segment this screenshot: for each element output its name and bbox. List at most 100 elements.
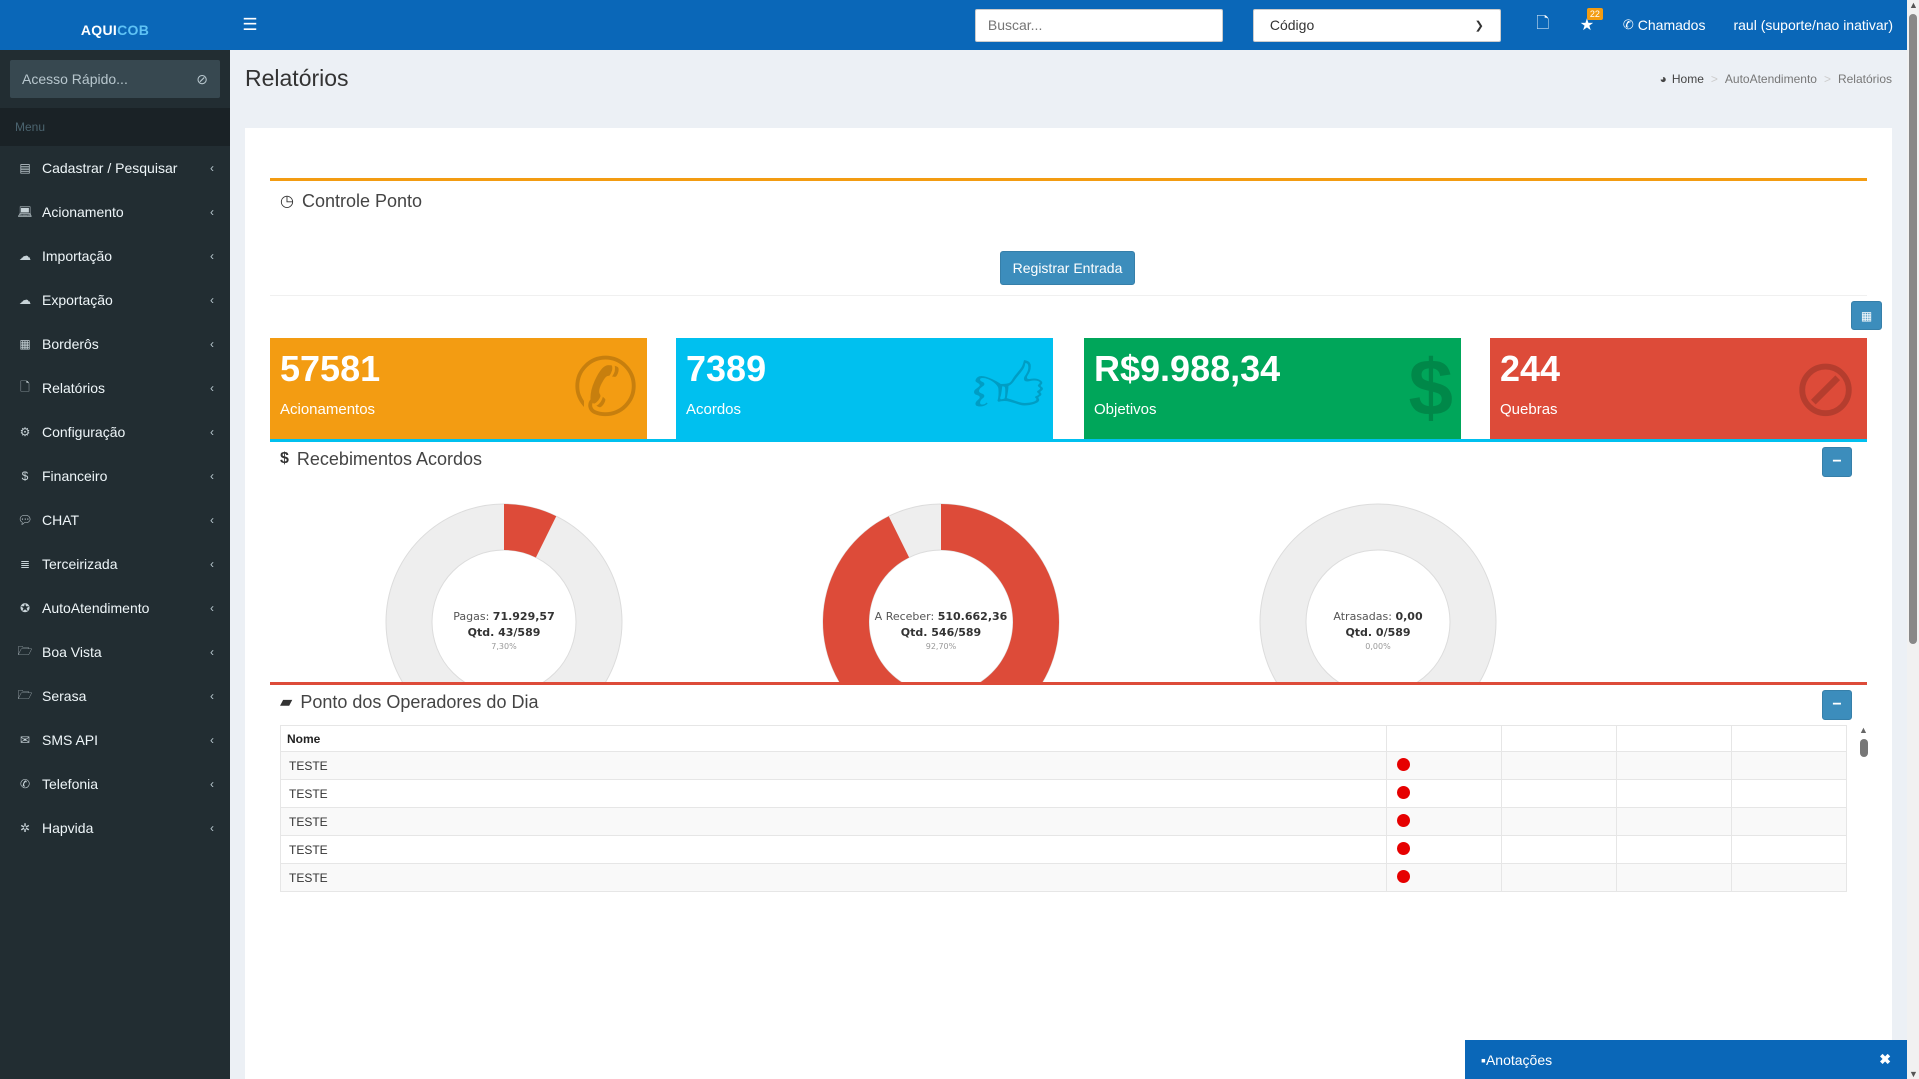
sidebar-item-configura-o[interactable]: ⚙ Configuração ‹	[0, 410, 230, 454]
collapse-button[interactable]: −	[1822, 690, 1852, 720]
sidebar: Acesso Rápido... ⊘ Menu ▤ Cadastrar / Pes…	[0, 50, 230, 1079]
sidebar-item-financeiro[interactable]: $ Financeiro ‹	[0, 454, 230, 498]
file-icon[interactable]: 🗋	[1521, 0, 1565, 50]
sidebar-item-exporta-o[interactable]: ☁ Exportação ‹	[0, 278, 230, 322]
table-row: TESTE	[279, 835, 1847, 864]
operator-name: TESTE	[279, 751, 1388, 780]
dollar-icon: $	[21, 469, 29, 483]
dollar-icon: $	[280, 450, 289, 467]
sidebar-item-label: SMS API	[42, 732, 99, 748]
sidebar-item-terceirizada[interactable]: ≣ Terceirizada ‹	[0, 542, 230, 586]
sidebar-item-cadastrar-pesquisar[interactable]: ▤ Cadastrar / Pesquisar ‹	[0, 146, 230, 190]
top-navbar: AQUICOB ☰ Código ❯ 🗋 ★22 ✆Chamados raul …	[0, 0, 1907, 50]
operator-name: TESTE	[279, 779, 1388, 808]
sidebar-item-label: CHAT	[42, 512, 80, 528]
dashboard-icon: ◕	[1659, 72, 1667, 86]
page-scrollbar[interactable]: ▲ ▼	[1907, 0, 1919, 1079]
search-type-select[interactable]: Código ❯	[1252, 8, 1501, 42]
stat-label: Acordos	[686, 401, 742, 418]
operators-table: Nome TESTE TESTE TESTE TESTE TESTE	[279, 725, 1847, 892]
search-input[interactable]	[974, 8, 1223, 42]
scroll-up-icon[interactable]: ▲	[1909, 0, 1918, 10]
phone-icon: ✆	[571, 343, 639, 432]
menu-header: Menu	[0, 108, 230, 146]
calendar-icon[interactable]: ▦	[1851, 301, 1882, 330]
status-dot-icon	[1397, 757, 1411, 771]
sidebar-item-relat-rios[interactable]: 🗋 Relatórios ‹	[0, 366, 230, 410]
sidebar-item-sms-api[interactable]: ✉ SMS API ‹	[0, 718, 230, 762]
thumbs-up-icon: 👍︎	[971, 349, 1045, 427]
chevron-left-icon: ‹	[210, 733, 214, 747]
sidebar-item-border-s[interactable]: ▦ Borderôs ‹	[0, 322, 230, 366]
sidebar-item-label: Configuração	[42, 424, 126, 440]
laptop-icon: 💻︎	[17, 205, 33, 219]
sidebar-item-acionamento[interactable]: 💻︎ Acionamento ‹	[0, 190, 230, 234]
sidebar-item-label: AutoAtendimento	[42, 600, 150, 616]
stat-label: Acionamentos	[280, 401, 376, 418]
stat-label: Objetivos	[1094, 401, 1157, 418]
sidebar-item-label: Acionamento	[42, 204, 124, 220]
folder-open-icon: 🗁	[17, 687, 33, 702]
scroll-up-icon[interactable]: ▲	[1859, 725, 1868, 735]
search-type-value: Código	[1269, 17, 1315, 33]
stat-value: 244	[1500, 348, 1561, 389]
chat-icon: 💬︎	[17, 513, 33, 527]
sidebar-item-serasa[interactable]: 🗁 Serasa ‹	[0, 674, 230, 718]
status-dot-icon	[1397, 813, 1411, 827]
chevron-left-icon: ‹	[210, 469, 214, 483]
operator-name: TESTE	[279, 807, 1388, 836]
chevron-left-icon: ‹	[210, 645, 214, 659]
ponto-operadores-box: ▰ Ponto dos Operadores do Dia − Nome TES…	[270, 682, 1869, 922]
sidebar-item-hapvida[interactable]: ✲ Hapvida ‹	[0, 806, 230, 850]
ban-icon[interactable]: ⊘	[196, 71, 208, 88]
chevron-left-icon: ‹	[210, 777, 214, 791]
scrollbar-thumb[interactable]	[1860, 739, 1868, 757]
star-icon[interactable]: ★ 22	[1565, 0, 1609, 50]
server-icon: ≣	[19, 557, 31, 571]
envelope-icon: ✉	[19, 733, 31, 747]
stat-label: Quebras	[1500, 401, 1558, 418]
stat-value: R$9.988,34	[1094, 348, 1281, 389]
status-dot-icon	[1397, 869, 1411, 883]
file-icon: 🗋	[20, 379, 30, 394]
vertical-scrollbar[interactable]: ▲	[1857, 725, 1869, 805]
sidebar-item-label: Relatórios	[42, 380, 106, 396]
asterisk-icon: ✲	[19, 821, 31, 835]
sidebar-item-chat[interactable]: 💬︎ CHAT ‹	[0, 498, 230, 542]
chevron-left-icon: ‹	[210, 293, 214, 307]
gear-icon: ⚙	[19, 425, 31, 439]
chevron-left-icon: ‹	[210, 381, 214, 395]
scroll-down-icon[interactable]: ▼	[1909, 1069, 1918, 1079]
chevron-left-icon: ‹	[210, 161, 214, 175]
sidebar-item-label: Exportação	[42, 292, 113, 308]
close-icon[interactable]: ✖	[1879, 1051, 1891, 1068]
chamados-link[interactable]: ✆ Chamados	[1609, 0, 1720, 50]
anotacoes-panel[interactable]: ▪Anotações ✖	[1465, 1040, 1907, 1079]
sidebar-item-importa-o[interactable]: ☁ Importação ‹	[0, 234, 230, 278]
quick-access-input[interactable]: Acesso Rápido... ⊘	[10, 60, 220, 98]
chevron-left-icon: ‹	[210, 205, 214, 219]
sidebar-item-telefonia[interactable]: ✆ Telefonia ‹	[0, 762, 230, 806]
breadcrumb-home[interactable]: Home	[1672, 72, 1704, 86]
ponto-operadores-title: Ponto dos Operadores do Dia	[300, 691, 539, 712]
scrollbar-thumb[interactable]	[1909, 14, 1917, 644]
collapse-button[interactable]: −	[1822, 447, 1852, 477]
folder-open-icon: 🗁	[17, 643, 33, 658]
user-menu[interactable]: raul (suporte/nao inativar)	[1719, 0, 1907, 50]
clock-icon: ◷	[280, 193, 294, 210]
notification-badge: 22	[1586, 8, 1603, 20]
book-icon: ▰	[280, 694, 293, 711]
breadcrumb: ◕ Home > AutoAtendimento > Relatórios	[1659, 72, 1892, 86]
column-header-nome[interactable]: Nome	[279, 725, 1388, 752]
breadcrumb-autoatendimento[interactable]: AutoAtendimento	[1725, 72, 1817, 86]
chevron-left-icon: ‹	[210, 337, 214, 351]
recebimentos-title: Recebimentos Acordos	[296, 448, 483, 469]
sidebar-toggle-icon[interactable]: ☰	[230, 0, 270, 50]
registrar-entrada-button[interactable]: Registrar Entrada	[1000, 251, 1135, 285]
sidebar-item-boa-vista[interactable]: 🗁 Boa Vista ‹	[0, 630, 230, 674]
sidebar-item-autoatendimento[interactable]: ✪ AutoAtendimento ‹	[0, 586, 230, 630]
app-logo[interactable]: AQUICOB	[0, 0, 230, 50]
phone-icon: ✆	[19, 777, 31, 791]
cloud-download-icon: ☁	[19, 293, 31, 307]
sidebar-item-label: Borderôs	[42, 336, 99, 352]
